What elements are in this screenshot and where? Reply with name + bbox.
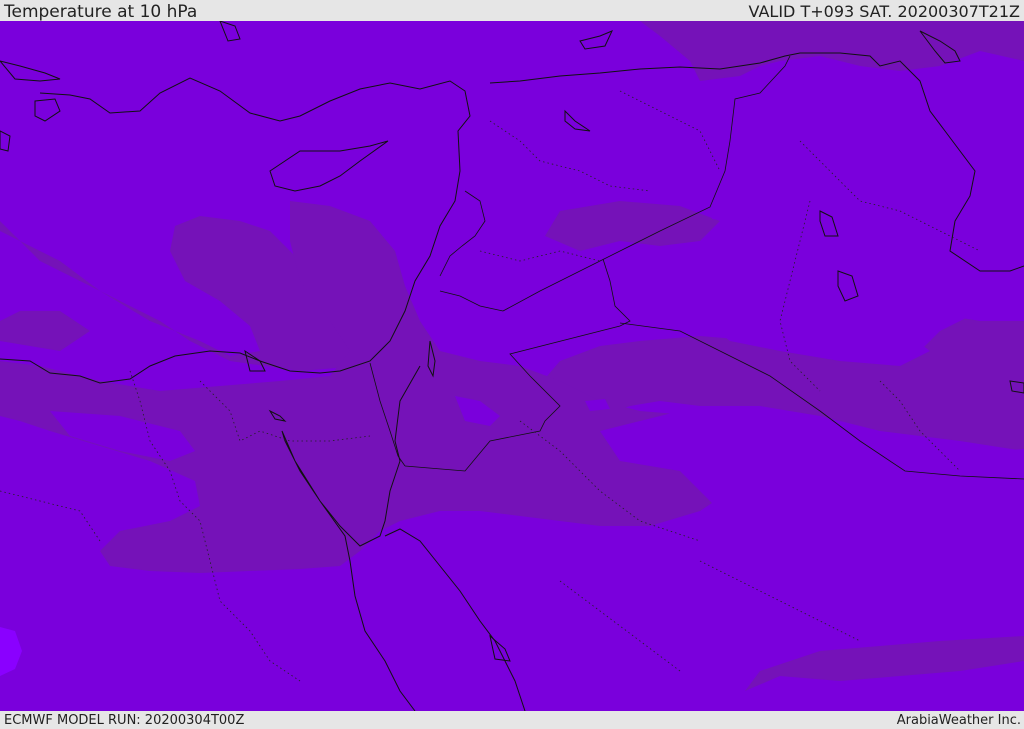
credit-label: ArabiaWeather Inc. xyxy=(896,713,1021,728)
bottom-bar: ECMWF MODEL RUN: 20200304T00Z ArabiaWeat… xyxy=(0,711,1024,729)
map-title: Temperature at 10 hPa xyxy=(4,2,198,22)
top-bar: Temperature at 10 hPa VALID T+093 SAT. 2… xyxy=(0,0,1024,21)
temperature-map xyxy=(0,21,1024,711)
valid-time: VALID T+093 SAT. 20200307T21Z xyxy=(748,2,1020,21)
map-area[interactable] xyxy=(0,21,1024,711)
model-run: ECMWF MODEL RUN: 20200304T00Z xyxy=(4,713,245,728)
